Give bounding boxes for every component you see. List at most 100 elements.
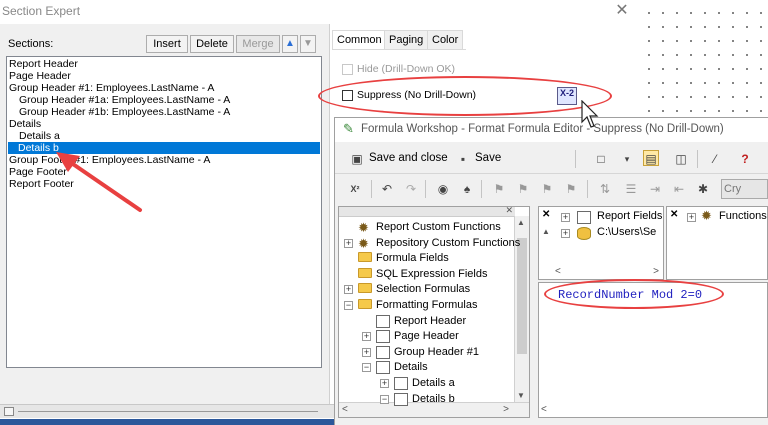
bookmark-clear-icon[interactable]: ⚑ (563, 181, 579, 197)
expand-icon[interactable]: + (561, 213, 570, 222)
expand-icon[interactable]: + (561, 229, 570, 238)
browse-data-icon[interactable]: ◉ (435, 181, 451, 197)
save-icon[interactable]: ▪ (455, 151, 471, 167)
tab-paging[interactable]: Paging (384, 30, 429, 50)
scroll-left-icon[interactable]: < (555, 266, 561, 277)
scroll-up-icon[interactable]: ▲ (542, 227, 550, 236)
tree-node-label[interactable]: Report Header (394, 314, 466, 329)
merge-button[interactable]: Merge (236, 35, 280, 53)
insert-button[interactable]: Insert (146, 35, 188, 53)
tree-node-label[interactable]: Formula Fields (376, 251, 449, 266)
find-icon[interactable]: ♠ (459, 181, 475, 197)
tree-node-label[interactable]: Report Custom Functions (376, 220, 501, 235)
help-icon[interactable]: ? (737, 151, 753, 167)
horizontal-scrollbar[interactable] (0, 404, 334, 418)
section-list-item[interactable]: Details (9, 118, 41, 130)
scroll-thumb[interactable] (4, 407, 14, 416)
chevron-down-icon[interactable]: ▾ (619, 151, 635, 167)
formula-workshop-icon: ✎ (343, 121, 354, 136)
section-list-item[interactable]: Details a (9, 130, 60, 142)
scroll-down-icon[interactable]: ▼ (517, 391, 525, 400)
section-list-item[interactable]: Details b (8, 142, 320, 154)
list-icon[interactable]: ☰ (623, 181, 639, 197)
close-icon[interactable]: ✕ (670, 209, 678, 220)
expand-icon[interactable]: + (380, 379, 389, 388)
scroll-right-icon[interactable]: > (503, 404, 509, 415)
functions-gear-icon: ✹ (701, 208, 712, 223)
tab-divider (332, 49, 466, 50)
scroll-left-icon[interactable]: < (342, 404, 348, 415)
doc-icon (376, 330, 390, 344)
syntax-dropdown[interactable]: Cry (721, 179, 768, 199)
hide-label: Hide (Drill-Down OK) (357, 63, 456, 75)
tree-node-label[interactable]: Page Header (394, 329, 459, 344)
sort-icon[interactable]: ⇅ (597, 181, 613, 197)
functions-pane[interactable]: ✕ + ✹ Functions (666, 206, 768, 280)
section-list-item[interactable]: Page Footer (9, 166, 67, 178)
new-icon[interactable]: □ (593, 151, 609, 167)
formula-workshop-title: Formula Workshop - Format Formula Editor… (361, 123, 724, 135)
tree-node-label[interactable]: Group Header #1 (394, 345, 479, 360)
formula-toolbar-editing: X² ↶ ↷ ◉ ♠ ⚑ ⚑ ⚑ ⚑ ⇅ ☰ ⇥ ⇤ ✱ Cry (335, 175, 768, 203)
collapse-icon[interactable]: − (344, 301, 353, 310)
move-up-arrow-icon[interactable]: ▲ (282, 35, 298, 53)
sections-list[interactable]: Report Header Page Header Group Header #1:… (6, 56, 322, 368)
toggle-tree-icon[interactable]: ▤ (643, 150, 659, 166)
tree-node-label[interactable]: Details a (412, 376, 455, 391)
tree-node-label[interactable]: Details b (412, 392, 455, 407)
section-list-item[interactable]: Group Header #1b: Employees.LastName - A (9, 106, 230, 118)
bookmark-next-icon[interactable]: ⚑ (515, 181, 531, 197)
tree-node-label[interactable]: SQL Expression Fields (376, 267, 487, 282)
delete-button[interactable]: Delete (190, 35, 234, 53)
redo-icon[interactable]: ↷ (403, 181, 419, 197)
hide-checkbox[interactable] (342, 64, 353, 75)
section-list-item[interactable]: Report Header (9, 58, 78, 70)
section-list-item[interactable]: Group Footer #1: Employees.LastName - A (9, 154, 210, 166)
move-down-arrow-icon[interactable]: ▼ (300, 35, 316, 53)
report-fields-pane[interactable]: ✕ + Report Fields + C:\Users\Se ▲ < > (538, 206, 664, 280)
tree-node-label[interactable]: Details (394, 360, 428, 375)
section-list-item[interactable]: Group Header #1a: Employees.LastName - A (9, 94, 230, 106)
undo-icon[interactable]: ↶ (379, 181, 395, 197)
expand-icon[interactable]: + (344, 238, 353, 248)
save-and-close-button[interactable]: Save and close (369, 152, 448, 164)
close-icon[interactable]: ✕ (505, 205, 513, 216)
close-icon[interactable]: ✕ (612, 1, 632, 21)
section-list-item[interactable]: Report Footer (9, 178, 74, 190)
expand-icon[interactable]: + (344, 285, 353, 295)
scroll-up-icon[interactable]: ▲ (517, 218, 525, 227)
gear-icon: ✹ (358, 220, 369, 235)
properties-icon[interactable]: ◫ (673, 151, 689, 167)
outdent-icon[interactable]: ⇤ (671, 181, 687, 197)
scroll-thumb[interactable] (517, 238, 527, 354)
section-list-item[interactable]: Group Header #1: Employees.LastName - A (9, 82, 214, 94)
sections-label: Sections: (8, 38, 54, 50)
collapse-icon[interactable]: − (380, 394, 389, 404)
indent-icon[interactable]: ⇥ (647, 181, 663, 197)
tree-node-label[interactable]: Selection Formulas (376, 282, 470, 297)
magic-wand-icon[interactable]: ⁄ (707, 151, 723, 167)
formula-toolbar-main: ▣ Save and close ▪ Save □ ▾ ▤ ◫ ⁄ ? (335, 144, 768, 174)
bookmark-prev-icon[interactable]: ⚑ (539, 181, 555, 197)
comment-icon[interactable]: ✱ (695, 181, 711, 197)
tab-color[interactable]: Color (427, 30, 464, 50)
report-fields-label: Report Fields (597, 210, 663, 222)
expand-icon[interactable]: + (687, 213, 696, 222)
save-button[interactable]: Save (475, 152, 501, 164)
scroll-right-icon[interactable]: > (653, 266, 659, 277)
tree-node-label[interactable]: Formatting Formulas (376, 298, 477, 313)
expand-icon[interactable]: + (362, 332, 371, 342)
tree-node-label[interactable]: Repository Custom Functions (376, 236, 520, 251)
doc-icon (376, 345, 390, 359)
check-formula-icon[interactable]: X² (347, 181, 363, 197)
scroll-left-icon[interactable]: < (541, 404, 547, 415)
save-close-icon[interactable]: ▣ (349, 151, 365, 167)
tab-common[interactable]: Common (332, 30, 387, 50)
toolbar-separator (575, 150, 576, 168)
bookmark-toggle-icon[interactable]: ⚑ (491, 181, 507, 197)
scroll-track (18, 411, 318, 412)
close-icon[interactable]: ✕ (542, 209, 550, 220)
section-list-item[interactable]: Page Header (9, 70, 71, 82)
collapse-icon[interactable]: − (362, 363, 371, 373)
expand-icon[interactable]: + (362, 347, 371, 357)
